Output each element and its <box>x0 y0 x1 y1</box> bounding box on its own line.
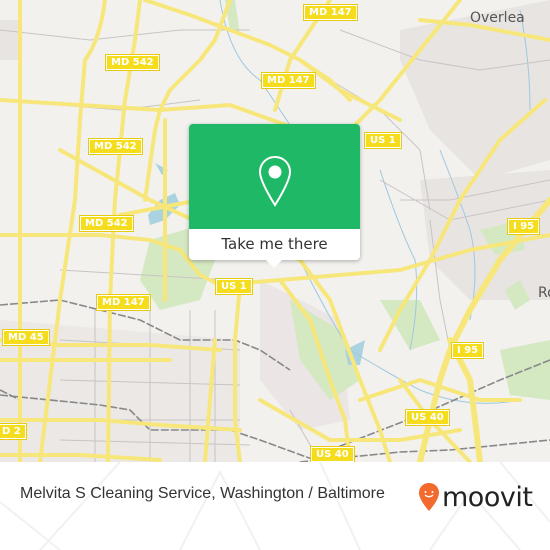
moovit-pin-icon <box>419 483 439 511</box>
place-label-partial: Ro <box>538 285 550 301</box>
road-shield-us40: US 40 <box>310 446 355 462</box>
map-canvas[interactable]: MD 147 MD 542 MD 147 MD 542 US 1 MD 542 … <box>0 0 550 462</box>
place-label-overlea: Overlea <box>470 10 525 26</box>
road-shield-md147: MD 147 <box>261 72 316 89</box>
moovit-wordmark: moovit <box>442 481 533 513</box>
location-popup[interactable]: Take me there <box>189 124 360 268</box>
location-pin-icon <box>258 155 292 207</box>
road-shield-us1: US 1 <box>364 132 402 149</box>
footer-bar: Melvita S Cleaning Service, Washington /… <box>0 462 550 550</box>
road-shield-i95: I 95 <box>506 218 541 235</box>
road-shield-md542: MD 542 <box>79 215 134 232</box>
take-me-there-button[interactable]: Take me there <box>189 229 360 260</box>
road-shield-us1: US 1 <box>215 278 253 295</box>
road-shield-md147: MD 147 <box>303 4 358 21</box>
moovit-logo[interactable]: moovit <box>418 479 533 515</box>
road-shield-md45: MD 45 <box>2 329 50 346</box>
road-shield-md542: MD 542 <box>105 54 160 71</box>
popup-header <box>189 124 360 229</box>
road-shield-md2: D 2 <box>0 423 27 440</box>
road-shield-md147: MD 147 <box>96 294 151 311</box>
location-title: Melvita S Cleaning Service, Washington /… <box>20 485 385 502</box>
road-shield-md542: MD 542 <box>88 138 143 155</box>
road-shield-us40: US 40 <box>405 409 450 426</box>
popup-pointer <box>266 260 282 268</box>
road-shield-i95: I 95 <box>450 342 485 359</box>
